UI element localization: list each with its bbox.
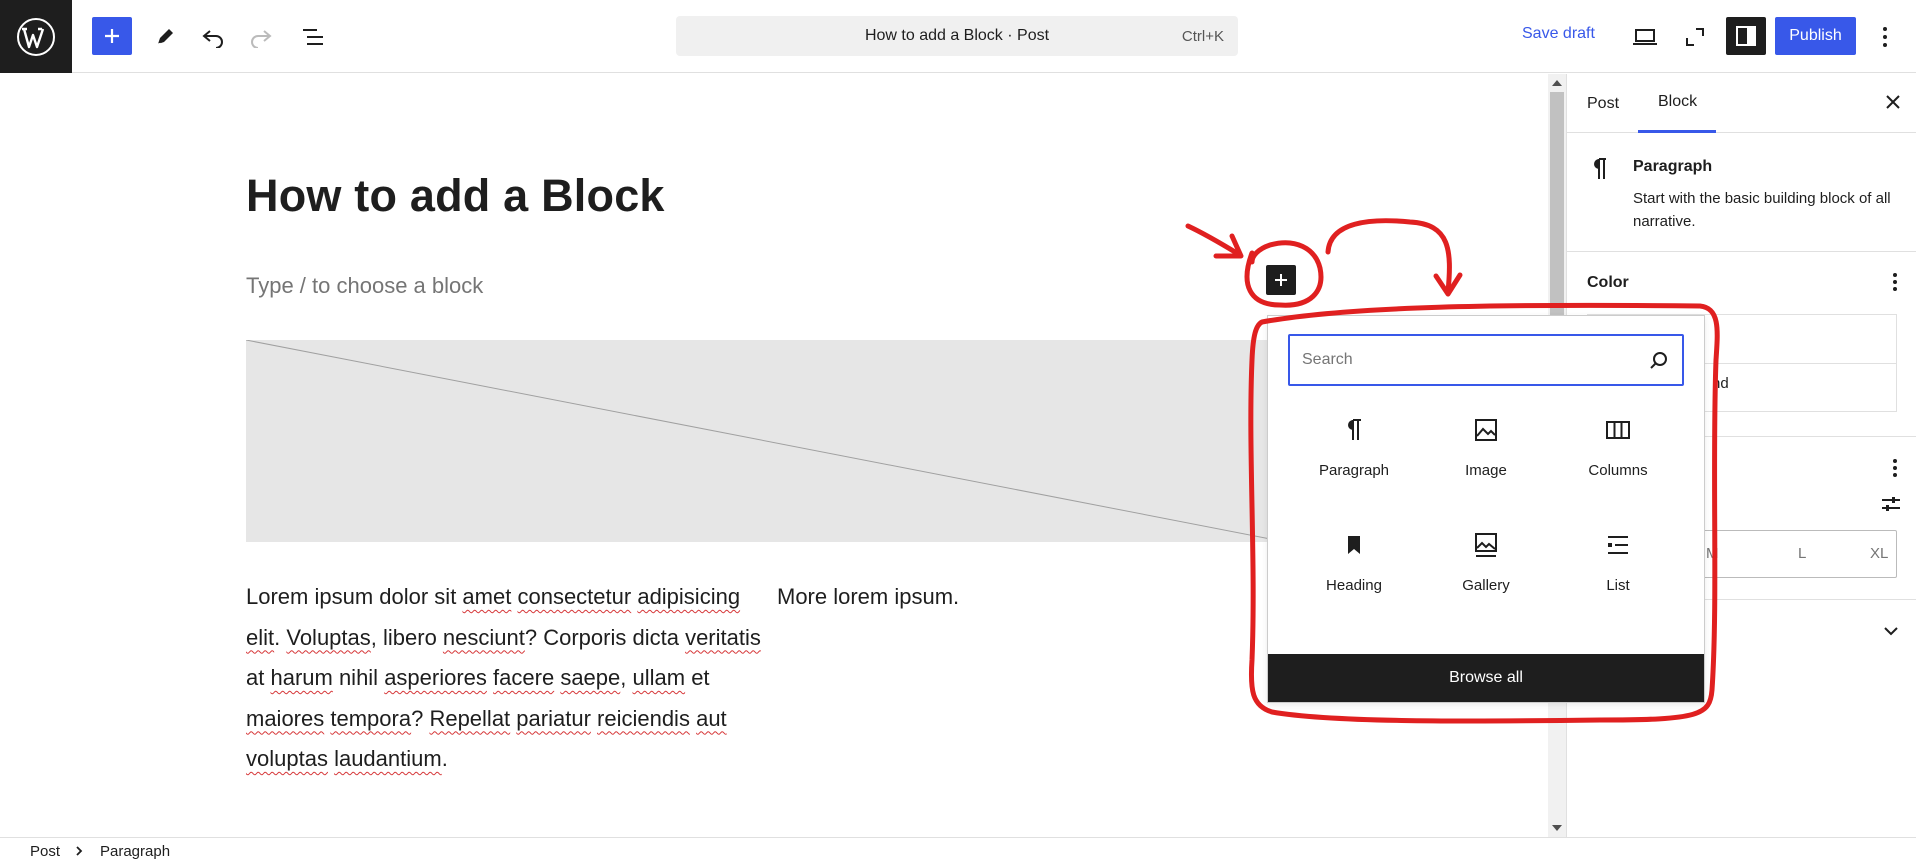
fullscreen-icon[interactable]	[1678, 20, 1712, 54]
save-draft-button[interactable]: Save draft	[1522, 25, 1595, 43]
typography-options-icon[interactable]	[1892, 458, 1898, 483]
quick-inserter-popover: Paragraph Image Columns Heading Gallery	[1267, 315, 1705, 703]
scroll-down-arrow-icon[interactable]	[1552, 825, 1562, 831]
sidebar-tabs: Post Block	[1567, 74, 1916, 133]
settings-sidebar-icon[interactable]	[1726, 17, 1766, 55]
color-options-icon[interactable]	[1892, 272, 1898, 297]
block-item-label: Paragraph	[1318, 462, 1390, 479]
block-item-paragraph[interactable]: Paragraph	[1288, 406, 1420, 502]
undo-icon[interactable]	[196, 20, 230, 54]
color-panel-title[interactable]: Color	[1587, 274, 1629, 292]
block-inserter-toggle[interactable]	[92, 17, 132, 55]
empty-paragraph-placeholder[interactable]: Type / to choose a block	[246, 273, 483, 299]
block-item-image[interactable]: Image	[1420, 406, 1552, 502]
image-placeholder[interactable]	[246, 340, 1286, 542]
list-icon	[1604, 531, 1632, 559]
breadcrumb-item-paragraph[interactable]: Paragraph	[100, 843, 170, 860]
redo-icon[interactable]	[244, 20, 278, 54]
block-item-label: Heading	[1326, 577, 1382, 594]
block-item-label: List	[1606, 577, 1630, 594]
block-name: Paragraph	[1633, 158, 1713, 175]
block-item-columns[interactable]: Columns	[1552, 406, 1684, 502]
breadcrumb: Post Paragraph	[0, 837, 1916, 861]
browse-all-button[interactable]: Browse all	[1268, 654, 1704, 702]
heading-icon	[1340, 531, 1368, 559]
scroll-up-arrow-icon[interactable]	[1552, 80, 1562, 86]
search-input[interactable]	[1302, 348, 1642, 372]
chevron-down-icon[interactable]	[1882, 624, 1900, 642]
gallery-icon	[1472, 531, 1500, 559]
desktop-preview-icon[interactable]	[1628, 20, 1662, 54]
size-option-l[interactable]: L	[1798, 545, 1806, 562]
custom-size-sliders-icon[interactable]	[1880, 494, 1902, 519]
block-item-label: Gallery	[1462, 577, 1510, 594]
block-description: Start with the basic building block of a…	[1633, 190, 1891, 230]
breadcrumb-item-post[interactable]: Post	[30, 843, 60, 860]
column-2-paragraph[interactable]: More lorem ipsum.	[777, 577, 1077, 618]
tab-block[interactable]: Block	[1638, 74, 1716, 133]
tab-post[interactable]: Post	[1567, 74, 1639, 133]
block-item-label: Image	[1465, 462, 1507, 479]
block-card: Paragraph Start with the basic building …	[1567, 134, 1916, 252]
search-icon	[1648, 350, 1670, 377]
plus-icon	[105, 29, 119, 43]
paragraph-icon	[1589, 156, 1611, 187]
post-title[interactable]: How to add a Block	[246, 170, 665, 222]
editor-window: How to add a Block · Post Ctrl+K Save dr…	[0, 0, 1916, 861]
chevron-right-icon	[74, 844, 84, 861]
columns-icon	[1604, 416, 1632, 444]
top-toolbar: How to add a Block · Post Ctrl+K Save dr…	[0, 0, 1916, 73]
column-1-paragraph[interactable]: Lorem ipsum dolor sit amet consectetur a…	[246, 577, 766, 780]
placeholder-diagonal	[246, 340, 1286, 542]
publish-button[interactable]: Publish	[1775, 17, 1856, 55]
inline-block-inserter-button[interactable]	[1266, 265, 1296, 295]
image-icon	[1472, 416, 1500, 444]
options-icon[interactable]	[1868, 20, 1902, 54]
wordpress-icon[interactable]	[0, 0, 72, 73]
shortcut-hint: Ctrl+K	[1181, 28, 1224, 45]
command-palette-bar[interactable]: How to add a Block · Post Ctrl+K	[676, 16, 1238, 56]
plus-icon	[1275, 274, 1287, 286]
document-title: How to add a Block · Post	[864, 27, 1050, 44]
block-item-gallery[interactable]: Gallery	[1420, 521, 1552, 617]
list-view-icon[interactable]	[296, 20, 330, 54]
block-item-label: Columns	[1588, 462, 1648, 479]
pencil-icon[interactable]	[148, 20, 182, 54]
size-option-xl[interactable]: XL	[1870, 545, 1888, 562]
block-search-field[interactable]	[1288, 334, 1684, 386]
color-item-partial-label: nd	[1712, 375, 1729, 392]
block-item-heading[interactable]: Heading	[1288, 521, 1420, 617]
paragraph-icon	[1340, 416, 1368, 444]
block-item-list[interactable]: List	[1552, 521, 1684, 617]
close-icon[interactable]	[1883, 92, 1903, 117]
size-option-m[interactable]: M	[1706, 545, 1719, 562]
